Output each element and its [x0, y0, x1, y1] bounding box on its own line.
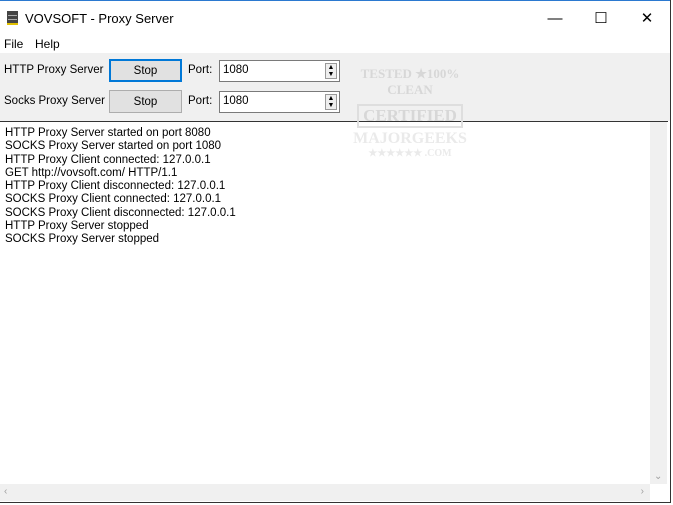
window-title: VOVSOFT - Proxy Server: [25, 11, 174, 26]
http-port-input[interactable]: 1080 ▲ ▼: [219, 60, 340, 82]
log-lines: HTTP Proxy Server started on port 8080 S…: [5, 127, 236, 247]
socks-port-input[interactable]: 1080 ▲ ▼: [219, 91, 340, 113]
controls-panel: HTTP Proxy Server Stop Port: 1080 ▲ ▼ Sock…: [0, 53, 670, 121]
title-bar: VOVSOFT - Proxy Server — ☐ ✕: [0, 0, 670, 34]
log-line: HTTP Proxy Client connected: 127.0.0.1: [5, 153, 211, 166]
log-line: HTTP Proxy Server started on port 8080: [5, 127, 211, 139]
socks-port-value: 1080: [223, 95, 249, 107]
watermark-text: CERTIFIED: [357, 104, 463, 128]
vertical-scrollbar[interactable]: ⌄: [650, 122, 667, 484]
log-line: HTTP Proxy Client disconnected: 127.0.0.…: [5, 180, 226, 193]
log-line: SOCKS Proxy Client connected: 127.0.0.1: [5, 193, 222, 206]
watermark-text: TESTED ★100% CLEAN: [360, 66, 460, 97]
close-button[interactable]: ✕: [624, 1, 670, 35]
maximize-button[interactable]: ☐: [578, 1, 624, 35]
http-proxy-label: HTTP Proxy Server: [4, 64, 104, 76]
http-port-value: 1080: [223, 64, 249, 76]
log-line: HTTP Proxy Server stopped: [5, 220, 149, 233]
scroll-left-icon[interactable]: ‹: [4, 486, 7, 497]
socks-proxy-label: Socks Proxy Server: [4, 95, 105, 107]
menu-file[interactable]: File: [4, 37, 23, 51]
log-line: SOCKS Proxy Server started on port 1080: [5, 140, 222, 153]
http-port-label: Port:: [188, 64, 213, 76]
watermark-text: MAJORGEEKS: [353, 130, 467, 147]
socks-stop-button[interactable]: Stop: [109, 90, 182, 113]
http-stop-button[interactable]: Stop: [109, 59, 182, 82]
menu-help[interactable]: Help: [35, 37, 60, 51]
socks-port-label: Port:: [188, 95, 213, 107]
app-window: VOVSOFT - Proxy Server — ☐ ✕ File Help H…: [0, 0, 671, 503]
log-area[interactable]: HTTP Proxy Server started on port 8080 S…: [0, 121, 668, 501]
spin-arrows-icon[interactable]: ▲ ▼: [325, 94, 337, 110]
scroll-right-icon[interactable]: ›: [641, 486, 644, 497]
log-line: SOCKS Proxy Server stopped: [5, 233, 160, 246]
majorgeeks-watermark-logo: TESTED ★100% CLEAN CERTIFIED MAJORGEEKS …: [340, 66, 480, 159]
log-line: SOCKS Proxy Client disconnected: 127.0.0…: [5, 206, 236, 219]
log-line: GET http://vovsoft.com/ HTTP/1.1: [5, 166, 178, 179]
horizontal-scrollbar[interactable]: ‹ ›: [0, 484, 650, 501]
watermark-text: ★★★★★★ .COM: [368, 148, 452, 159]
scroll-down-icon[interactable]: ⌄: [654, 471, 662, 482]
menu-bar: File Help: [0, 35, 670, 53]
spin-arrows-icon[interactable]: ▲ ▼: [325, 63, 337, 79]
minimize-button[interactable]: —: [532, 1, 578, 35]
app-icon: [7, 11, 18, 25]
